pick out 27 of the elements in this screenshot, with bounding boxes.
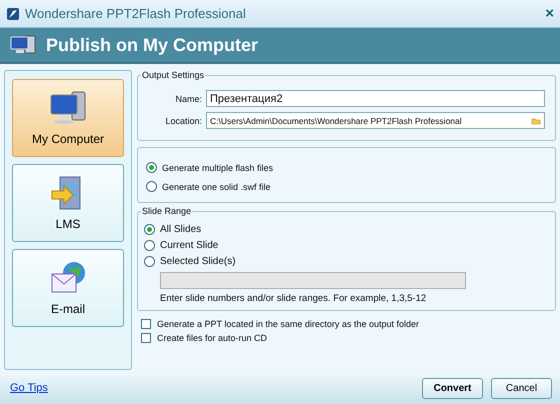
radio-option[interactable]: Selected Slide(s) [144, 253, 547, 269]
name-field[interactable]: Презентация2 [206, 90, 545, 107]
computer-icon [48, 90, 88, 126]
dialog-button[interactable]: Convert [422, 378, 483, 398]
publish-target-button[interactable]: LMS [12, 164, 124, 242]
radio-option[interactable]: Current Slide [144, 237, 547, 253]
dialog-button[interactable]: Cancel [491, 378, 552, 398]
hint-text: Enter slide numbers and/or slide ranges. For example, 1,3,5-12 [160, 293, 428, 304]
radio-option[interactable]: All Slides [144, 221, 547, 237]
group-title: Slide Range [141, 206, 192, 216]
publish-target-button[interactable]: E-mail [12, 249, 124, 327]
field-label: Location: [164, 116, 202, 126]
group-title: Output Settings [141, 70, 206, 80]
close-button[interactable]: × [545, 5, 554, 22]
checkbox-option[interactable]: Create files for auto-run CD [141, 331, 556, 345]
radio-option[interactable]: Generate multiple flash files [146, 158, 547, 177]
location-field[interactable]: C:\Users\Admin\Documents\Wondershare PPT2Flash Professional [206, 112, 545, 129]
checkbox-option[interactable]: Generate a PPT located in the same directory as the output folder [141, 317, 556, 331]
field-label: Name: [174, 94, 202, 104]
page-heading: Publish on My Computer [46, 34, 258, 56]
window-title: Wondershare PPT2Flash Professional [25, 6, 247, 21]
radio-option[interactable]: Generate one solid .swf file [146, 177, 547, 196]
go-tips-link[interactable]: Go Tips [10, 382, 48, 394]
folder-icon[interactable] [531, 116, 541, 124]
app-logo-icon [6, 6, 20, 20]
publish-target-button[interactable]: My Computer [12, 79, 124, 157]
computer-icon [10, 34, 36, 56]
